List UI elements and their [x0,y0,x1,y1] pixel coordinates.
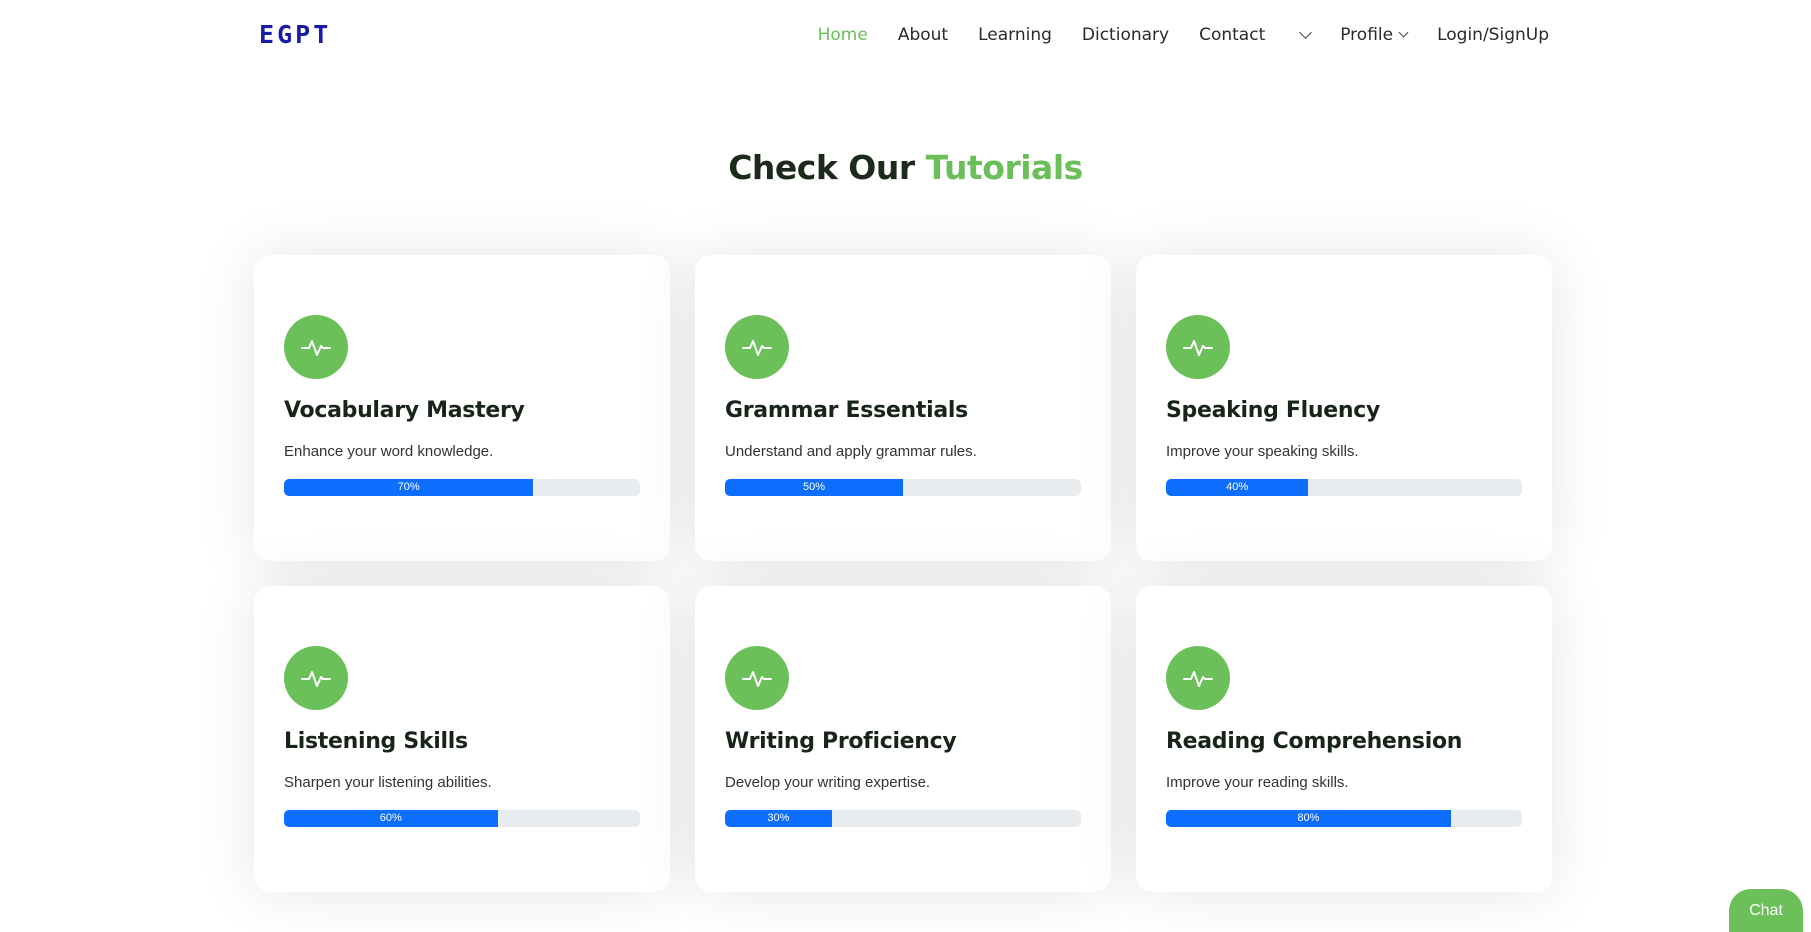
tutorial-card[interactable]: Reading Comprehension Improve your readi… [1136,586,1552,892]
progress-track: 60% [284,810,640,827]
tutorial-card[interactable]: Grammar Essentials Understand and apply … [695,255,1111,561]
progress-track: 30% [725,810,1081,827]
nav-profile[interactable]: Profile [1340,22,1409,48]
card-description: Improve your reading skills. [1166,774,1349,791]
section-title-accent: Tutorials [925,148,1084,187]
activity-pulse-icon [725,646,789,710]
card-title: Listening Skills [284,729,468,754]
nav-about[interactable]: About [898,22,948,48]
card-description: Improve your speaking skills. [1166,443,1359,460]
card-title: Speaking Fluency [1166,398,1380,423]
card-title: Reading Comprehension [1166,729,1463,754]
logo-letter: T [313,20,329,49]
main-nav: Home About Learning Dictionary Contact P… [788,22,1549,48]
logo-letter: E [259,20,275,49]
progress-track: 40% [1166,479,1522,496]
section-title: Check Our Tutorials [0,148,1811,187]
activity-pulse-icon [1166,646,1230,710]
card-description: Understand and apply grammar rules. [725,443,977,460]
activity-pulse-icon [284,646,348,710]
card-description: Sharpen your listening abilities. [284,774,492,791]
progress-track: 70% [284,479,640,496]
nav-login-signup[interactable]: Login/SignUp [1437,22,1549,48]
chevron-down-icon [1398,27,1409,38]
nav-home[interactable]: Home [818,22,868,48]
progress-bar: 40% [1166,479,1309,496]
progress-bar: 50% [725,479,903,496]
activity-pulse-icon [1166,315,1230,379]
logo-letter: G [277,20,293,49]
logo-letter: P [295,20,311,49]
activity-pulse-icon [284,315,348,379]
card-title: Writing Proficiency [725,729,957,754]
navbar: E G P T Home About Learning Dictionary C… [0,0,1811,72]
progress-bar: 60% [284,810,498,827]
tutorial-card[interactable]: Writing Proficiency Develop your writing… [695,586,1111,892]
logo[interactable]: E G P T [259,20,328,50]
card-title: Vocabulary Mastery [284,398,525,423]
nav-learning[interactable]: Learning [978,22,1052,48]
card-description: Develop your writing expertise. [725,774,931,791]
nav-profile-label: Profile [1340,25,1394,45]
progress-bar: 30% [725,810,832,827]
tutorial-card[interactable]: Speaking Fluency Improve your speaking s… [1136,255,1552,561]
tutorial-card[interactable]: Vocabulary Mastery Enhance your word kno… [254,255,670,561]
progress-bar: 80% [1166,810,1451,827]
nav-dictionary[interactable]: Dictionary [1082,22,1169,48]
card-description: Enhance your word knowledge. [284,443,494,460]
card-title: Grammar Essentials [725,398,968,423]
nav-dropdown-toggle[interactable] [1299,26,1313,39]
progress-track: 50% [725,479,1081,496]
tutorial-card[interactable]: Listening Skills Sharpen your listening … [254,586,670,892]
section-title-main: Check Our [728,148,915,187]
nav-contact[interactable]: Contact [1199,22,1265,48]
chevron-down-icon [1299,26,1313,39]
progress-bar: 70% [284,479,534,496]
activity-pulse-icon [725,315,789,379]
progress-track: 80% [1166,810,1522,827]
chat-button[interactable]: Chat [1729,889,1803,932]
